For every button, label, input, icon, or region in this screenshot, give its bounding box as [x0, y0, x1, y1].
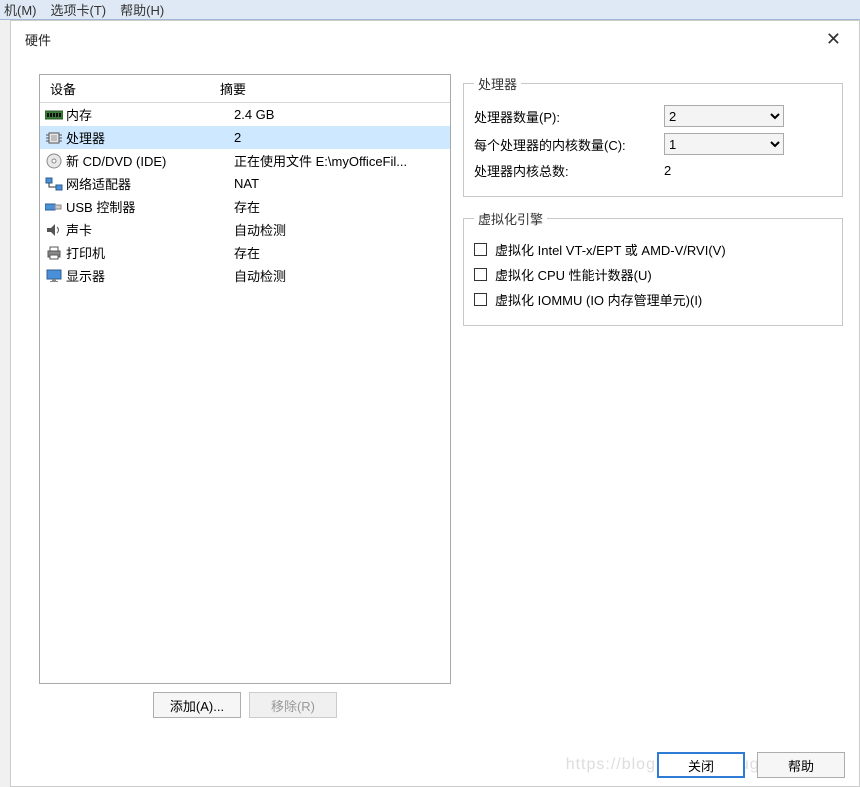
- menu-tabs[interactable]: 选项卡(T): [51, 0, 107, 19]
- hardware-row[interactable]: 处理器2: [40, 126, 450, 149]
- select-cores-per-proc[interactable]: 1: [664, 133, 784, 155]
- device-name: 新 CD/DVD (IDE): [66, 151, 234, 170]
- menu-machine[interactable]: 机(M): [4, 0, 37, 19]
- device-name: 网络适配器: [66, 174, 234, 193]
- dialog-header: 硬件 ✕: [11, 21, 859, 54]
- device-summary: NAT: [234, 176, 450, 191]
- checkbox-cpu-counters[interactable]: [474, 268, 487, 281]
- device-summary: 2: [234, 130, 450, 145]
- label-iommu: 虚拟化 IOMMU (IO 内存管理单元)(I): [495, 290, 702, 309]
- device-summary: 自动检测: [234, 220, 450, 239]
- menu-help[interactable]: 帮助(H): [120, 0, 164, 19]
- hardware-list-panel: 设备 摘要 内存2.4 GB处理器2新 CD/DVD (IDE)正在使用文件 E…: [39, 74, 451, 726]
- processor-group-title: 处理器: [474, 74, 521, 93]
- hardware-row[interactable]: USB 控制器存在: [40, 195, 450, 218]
- virtualization-group: 虚拟化引擎 虚拟化 Intel VT-x/EPT 或 AMD-V/RVI(V) …: [463, 209, 843, 326]
- display-icon: [44, 268, 64, 284]
- hardware-row[interactable]: 打印机存在: [40, 241, 450, 264]
- label-vt-x: 虚拟化 Intel VT-x/EPT 或 AMD-V/RVI(V): [495, 240, 726, 259]
- label-cores-per-proc: 每个处理器的内核数量(C):: [474, 135, 664, 154]
- settings-panel: 处理器 处理器数量(P): 2 每个处理器的内核数量(C): 1 处理器内核总数…: [463, 74, 847, 726]
- device-summary: 自动检测: [234, 266, 450, 285]
- virtualization-group-title: 虚拟化引擎: [474, 209, 547, 228]
- main-menu-bar: 机(M) 选项卡(T) 帮助(H): [0, 0, 860, 20]
- processor-group: 处理器 处理器数量(P): 2 每个处理器的内核数量(C): 1 处理器内核总数…: [463, 74, 843, 197]
- usb-icon: [44, 199, 64, 215]
- sound-icon: [44, 222, 64, 238]
- network-icon: [44, 176, 64, 192]
- select-proc-count[interactable]: 2: [664, 105, 784, 127]
- remove-device-button: 移除(R): [249, 692, 337, 718]
- disc-icon: [44, 153, 64, 169]
- hardware-row[interactable]: 内存2.4 GB: [40, 103, 450, 126]
- col-device: 设备: [50, 79, 220, 98]
- device-summary: 存在: [234, 197, 450, 216]
- device-name: 打印机: [66, 243, 234, 262]
- hardware-row[interactable]: 网络适配器NAT: [40, 172, 450, 195]
- hardware-list: 设备 摘要 内存2.4 GB处理器2新 CD/DVD (IDE)正在使用文件 E…: [39, 74, 451, 684]
- device-summary: 正在使用文件 E:\myOfficeFil...: [234, 151, 450, 170]
- col-summary: 摘要: [220, 79, 450, 98]
- device-name: 处理器: [66, 128, 234, 147]
- printer-icon: [44, 245, 64, 261]
- device-name: 显示器: [66, 266, 234, 285]
- device-name: 内存: [66, 105, 234, 124]
- hardware-row[interactable]: 显示器自动检测: [40, 264, 450, 287]
- device-summary: 存在: [234, 243, 450, 262]
- label-cpu-counters: 虚拟化 CPU 性能计数器(U): [495, 265, 652, 284]
- dialog-title: 硬件: [25, 30, 51, 49]
- hardware-list-headers: 设备 摘要: [40, 75, 450, 103]
- checkbox-iommu[interactable]: [474, 293, 487, 306]
- label-proc-count: 处理器数量(P):: [474, 107, 664, 126]
- add-device-button[interactable]: 添加(A)...: [153, 692, 241, 718]
- close-button[interactable]: 关闭: [657, 752, 745, 778]
- help-button[interactable]: 帮助: [757, 752, 845, 778]
- hardware-row[interactable]: 声卡自动检测: [40, 218, 450, 241]
- device-name: 声卡: [66, 220, 234, 239]
- value-total-cores: 2: [664, 163, 784, 178]
- cpu-icon: [44, 130, 64, 146]
- hardware-row[interactable]: 新 CD/DVD (IDE)正在使用文件 E:\myOfficeFil...: [40, 149, 450, 172]
- close-icon[interactable]: ✕: [820, 29, 847, 50]
- hardware-dialog: 硬件 ✕ 设备 摘要 内存2.4 GB处理器2新 CD/DVD (IDE)正在使…: [10, 20, 860, 787]
- device-summary: 2.4 GB: [234, 107, 450, 122]
- checkbox-vt-x[interactable]: [474, 243, 487, 256]
- memory-icon: [44, 107, 64, 123]
- device-name: USB 控制器: [66, 197, 234, 216]
- label-total-cores: 处理器内核总数:: [474, 161, 664, 180]
